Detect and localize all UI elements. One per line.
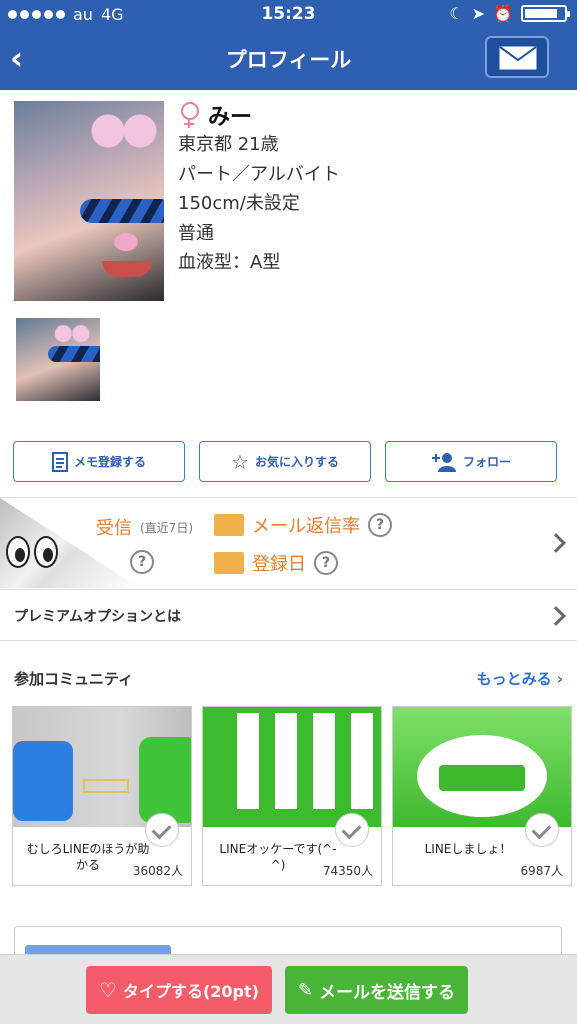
register-date-stat: 登録日 ?: [214, 550, 338, 576]
nose-sticker: [114, 233, 138, 251]
profile-info: みー 東京都 21歳 パート／アルバイト 150cm/未設定 普通 血液型：A型: [178, 100, 558, 278]
reply-rate-label: メール返信率: [252, 516, 360, 537]
like-button[interactable]: ♡ タイプする(20pt): [86, 966, 272, 1014]
member-count: 6987人: [520, 864, 563, 878]
eyes-icon: [6, 536, 58, 568]
community-image: [203, 707, 381, 827]
mail-reply-icon: [214, 514, 244, 536]
app-header: au 4G 15:23 ☾ ➤ ⏰ ‹ プロフィール: [0, 0, 577, 90]
figure: 普通: [178, 222, 214, 244]
bunny-ears-decoration: [84, 101, 164, 151]
memo-label: メモ登録する: [73, 455, 146, 469]
like-label: タイプする(20pt): [122, 982, 259, 1001]
community-card[interactable]: LINEオッケーです(^-^) 74350人: [202, 706, 382, 886]
send-mail-label: メールを送信する: [319, 982, 456, 1003]
line-app-icon: [139, 737, 191, 823]
calendar-icon: [214, 552, 244, 574]
moon-icon: ☾: [449, 4, 464, 23]
yc-app-icon: [13, 741, 73, 821]
battery-icon: [521, 5, 570, 22]
community-title: LINEしましょ！: [424, 842, 512, 856]
face-mask: [48, 346, 100, 362]
premium-option-label: プレミアムオプションとは: [14, 609, 182, 625]
add-user-icon: [431, 452, 456, 472]
face-mask: [80, 199, 164, 223]
see-more-label: もっとみる: [476, 670, 552, 688]
help-icon[interactable]: ?: [314, 551, 338, 575]
chevron-right-icon: [546, 606, 566, 626]
premium-stats[interactable]: 受信 (直近7日) メール返信率 ? ? 登録日 ?: [0, 497, 577, 588]
communities-heading: 参加コミュニティ: [14, 670, 134, 688]
bottom-action-bar: ♡ タイプする(20pt) ✎ メールを送信する: [0, 954, 577, 1024]
line-logo-text: [439, 765, 525, 791]
community-image: [393, 707, 571, 827]
member-count: 74350人: [322, 864, 373, 878]
location-icon: ➤: [471, 4, 486, 23]
heart-icon: ♡: [99, 978, 117, 1002]
hidden-stat: ?: [130, 550, 154, 574]
follow-button[interactable]: フォロー: [385, 441, 557, 482]
edit-icon: ✎: [297, 979, 314, 1001]
register-date-label: 登録日: [252, 554, 306, 575]
female-icon: [178, 101, 200, 129]
chevron-right-icon: [546, 533, 566, 553]
location-age: 東京都 21歳: [178, 134, 279, 155]
received-label: 受信: [96, 518, 132, 539]
alarm-icon: ⏰: [493, 4, 513, 23]
memo-button[interactable]: メモ登録する: [13, 441, 185, 482]
star-icon: ☆: [231, 449, 249, 474]
line-logo-letter: [237, 713, 259, 809]
community-card[interactable]: むしろLINEのほうが助かる 36082人: [12, 706, 192, 886]
favorite-button[interactable]: ☆ お気に入りする: [199, 441, 371, 482]
send-mail-button[interactable]: ✎ メールを送信する: [285, 966, 468, 1014]
favorite-label: お気に入りする: [254, 455, 339, 469]
help-icon[interactable]: ?: [130, 550, 154, 574]
line-logo-letter: [313, 713, 335, 809]
profile-name: みー: [208, 105, 253, 130]
blood-type: 血液型：A型: [178, 252, 281, 273]
memo-icon: [51, 451, 68, 472]
bunny-ears-decoration: [50, 318, 94, 344]
height-body: 150cm/未設定: [178, 193, 300, 214]
help-icon[interactable]: ?: [368, 513, 392, 537]
premium-option-row[interactable]: プレミアムオプションとは: [0, 589, 577, 641]
community-image: [13, 707, 191, 827]
see-more-link[interactable]: もっとみる ›: [477, 668, 563, 689]
mouth: [102, 261, 152, 277]
received-period: (直近7日): [140, 520, 193, 535]
received-stat: 受信 (直近7日): [96, 514, 193, 540]
mail-button[interactable]: [485, 36, 549, 78]
envelope-icon: [499, 46, 537, 70]
reply-rate-stat: メール返信率 ?: [214, 512, 392, 538]
status-bar: au 4G 15:23 ☾ ➤ ⏰: [0, 0, 577, 30]
line-logo-letter: [351, 713, 373, 809]
profile-photo[interactable]: [14, 101, 164, 301]
member-count: 36082人: [132, 864, 183, 878]
community-card[interactable]: LINEしましょ！ 6987人: [392, 706, 572, 886]
profile-thumbnail[interactable]: [16, 318, 100, 401]
occupation: パート／アルバイト: [178, 163, 340, 185]
arrow-icon: [83, 779, 129, 793]
line-logo-letter: [275, 713, 297, 809]
follow-label: フォロー: [462, 455, 511, 469]
